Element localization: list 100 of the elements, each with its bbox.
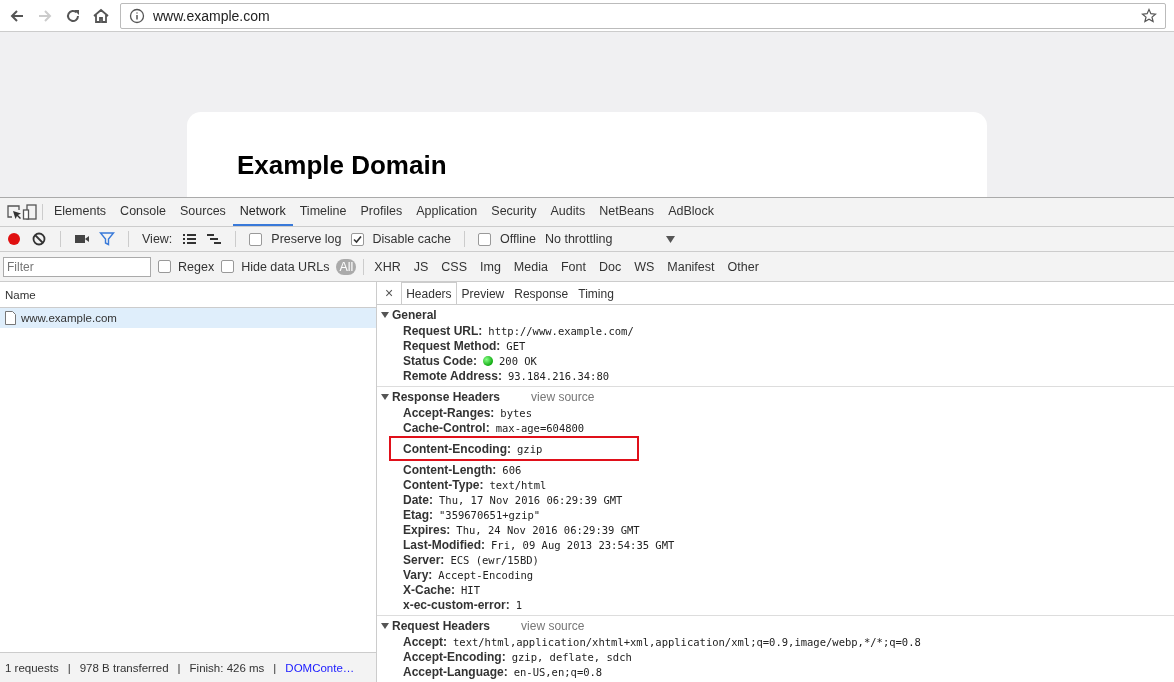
type-filter[interactable]: CSS [438,258,470,275]
header-value: 1 [515,598,523,611]
file-icon [5,311,16,325]
header-value: http://www.example.com/ [488,324,634,337]
filter-field[interactable]: Filter [3,256,151,277]
expand-triangle-icon[interactable] [381,393,389,401]
header-name: Expires: [403,522,451,537]
detail-tab[interactable]: Headers [401,282,457,304]
dropdown-arrow-icon [665,235,675,243]
throttling-dropdown[interactable]: No throttling [544,232,675,246]
column-header[interactable]: Name [5,288,36,301]
record-icon[interactable] [6,231,22,247]
panel-tab[interactable]: Application [409,198,485,226]
separator: | [177,662,181,674]
header-name: Cache-Control: [403,420,490,435]
header-value: text/html,application/xhtml+xml,application/xml;q=0.9,image/webp,*/*;q=0.8 [453,635,921,648]
checkbox[interactable] [221,260,235,273]
header-name: Remote Address: [403,368,502,383]
checkbox-label[interactable]: Disable cache [372,232,452,246]
filter-icon[interactable] [99,231,115,247]
type-filter[interactable]: WS [631,258,658,275]
header-value: ECS (ewr/15BD) [450,553,539,566]
header-value: 200 OK [499,354,537,367]
header-name: Accept-Ranges: [403,405,495,420]
view-label: View: [142,232,173,246]
header-name: Vary: [403,567,433,582]
detail-tab[interactable]: Preview [456,282,510,304]
panel-tab[interactable]: Audits [543,198,593,226]
checkbox-label[interactable]: Preserve log [271,232,342,246]
close-button[interactable]: × [381,282,402,304]
header-name: Request URL: [403,323,483,338]
domcontentloaded-link[interactable]: DOMConte… [285,662,355,674]
header-value: Thu, 24 Nov 2016 06:29:39 GMT [456,523,640,536]
device-icon[interactable] [22,204,38,220]
type-filter[interactable]: JS [410,258,432,275]
header-value: GET [506,339,526,352]
header-name: Content-Type: [403,477,484,492]
section-title[interactable]: Request Headers [392,619,491,633]
type-filter[interactable]: Media [510,258,551,275]
header-value: "359670651+gzip" [439,508,541,521]
panel-tab[interactable]: NetBeans [592,198,662,226]
star-icon[interactable] [1141,7,1157,24]
list-view-icon[interactable] [181,231,198,247]
status-text: 1 requests [5,662,59,674]
clear-icon[interactable] [31,231,47,247]
type-filter[interactable]: Font [557,258,589,275]
panel-tab[interactable]: Elements [47,198,114,226]
header-value: text/html [489,478,547,491]
header-value: max-age=604800 [495,421,585,434]
header-value: HIT [461,583,480,596]
status-dot-icon [483,355,493,366]
type-filter[interactable]: Other [724,258,762,275]
view-source-link[interactable]: view source [521,619,585,633]
panel-tab[interactable]: Profiles [353,198,410,226]
header-name: Content-Encoding: [403,441,511,456]
header-name: Accept-Encoding: [403,649,506,664]
checkbox[interactable] [350,232,364,246]
expand-triangle-icon[interactable] [381,622,389,630]
header-value: 93.184.216.34:80 [507,369,610,382]
header-value: Fri, 09 Aug 2013 23:54:35 GMT [491,538,675,551]
address-bar[interactable]: www.example.com [120,2,1166,29]
checkbox-label[interactable]: Regex [178,259,215,274]
panel-tab[interactable]: Sources [173,198,233,226]
section-title[interactable]: Response Headers [392,390,501,404]
request-row[interactable]: www.example.com [0,308,376,328]
header-name: Status Code: [403,353,477,368]
checkbox[interactable] [158,260,171,273]
separator: | [273,662,277,674]
status-text: Finish: 426 ms [189,662,265,674]
type-filter[interactable]: Img [477,258,504,275]
header-name: Request Method: [403,338,501,353]
page-heading: Example Domain [237,150,448,181]
header-name: Date: [403,492,433,507]
header-name: Accept-Language: [403,664,508,679]
type-filter[interactable]: XHR [371,258,404,275]
view-source-link[interactable]: view source [531,390,595,404]
status-text: 978 B transferred [79,662,169,674]
detail-tab[interactable]: Timing [573,282,619,304]
panel-tab[interactable]: Security [484,198,544,226]
detail-tab[interactable]: Response [509,282,574,304]
expand-triangle-icon[interactable] [381,311,389,319]
header-value: Accept-Encoding [438,568,534,581]
checkbox-label[interactable]: Offline [500,232,536,246]
panel-tab[interactable]: Timeline [292,198,354,226]
checkbox[interactable] [478,232,492,246]
type-filter[interactable]: Manifest [664,258,718,275]
header-name: Server: [403,552,445,567]
panel-tab[interactable]: Console [113,198,173,226]
checkbox[interactable] [249,232,263,246]
home-icon[interactable] [92,6,110,25]
type-filter[interactable]: Doc [595,258,625,275]
header-value: gzip [517,442,543,455]
inspect-icon[interactable] [6,204,22,220]
panel-tab[interactable]: AdBlock [661,198,721,226]
checkbox-label[interactable]: Hide data URLs [241,259,330,274]
section-title[interactable]: General [392,308,437,322]
header-value: gzip, deflate, sdch [511,650,632,663]
header-value: bytes [500,406,532,419]
info-icon[interactable] [129,7,145,24]
waterfall-view-icon[interactable] [206,231,223,247]
